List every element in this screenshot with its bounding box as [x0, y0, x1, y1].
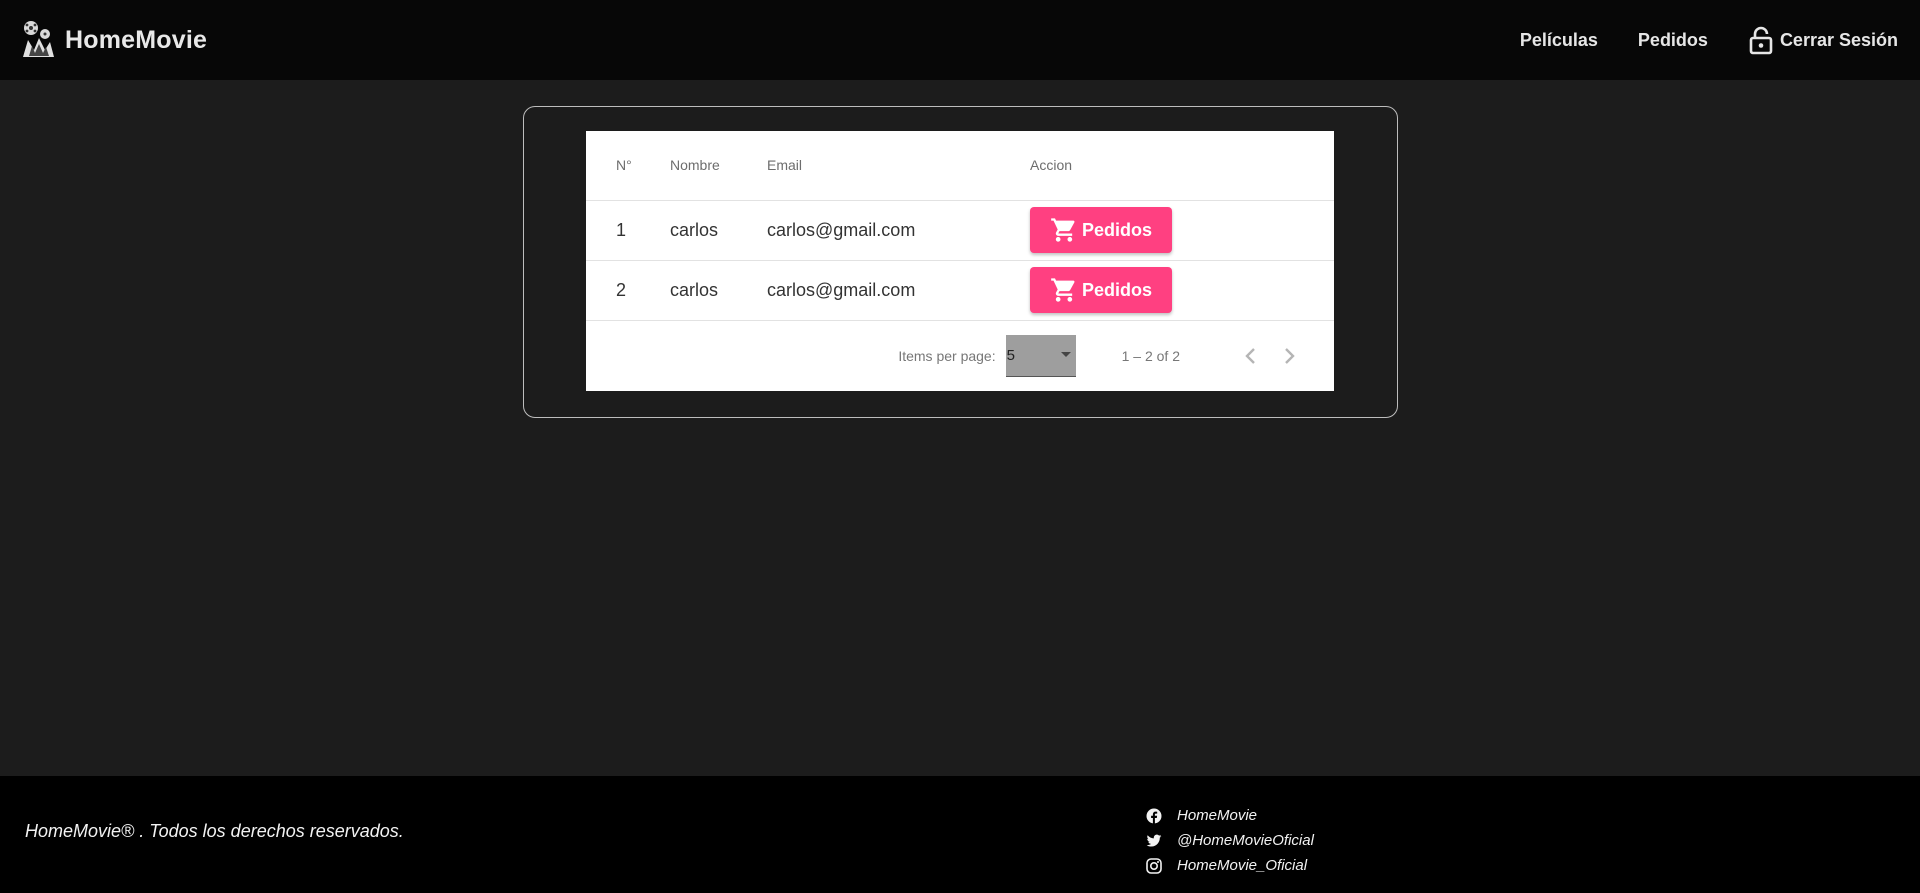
row-email: carlos@gmail.com — [767, 200, 1030, 261]
social-links: HomeMovie @HomeMovieOficial HomeMovie_Of… — [1146, 803, 1314, 878]
logout-label: Cerrar Sesión — [1779, 29, 1898, 50]
paginator: Items per page: 5 1 – 2 of 2 — [586, 321, 1334, 391]
next-page-button[interactable] — [1270, 336, 1310, 376]
column-header-email: Email — [767, 131, 1030, 201]
nav-peliculas-link[interactable]: Películas — [1500, 30, 1618, 51]
row-number: 2 — [586, 260, 670, 321]
twitter-label: @HomeMovieOficial — [1177, 832, 1314, 849]
lock-icon — [1749, 26, 1773, 55]
row-action-cell: Pedidos — [1030, 200, 1334, 261]
instagram-label: HomeMovie_Oficial — [1177, 857, 1308, 874]
facebook-label: HomeMovie — [1177, 807, 1258, 824]
column-header-num: N° — [586, 131, 670, 201]
pedidos-button-label: Pedidos — [1082, 279, 1153, 300]
page-range-label: 1 – 2 of 2 — [1121, 347, 1180, 364]
previous-page-button[interactable] — [1230, 336, 1270, 376]
main-nav: Películas Pedidos Cerrar Sesión — [1500, 25, 1898, 55]
facebook-link[interactable]: HomeMovie — [1146, 803, 1314, 828]
pedidos-button-label: Pedidos — [1082, 219, 1153, 240]
row-action-cell: Pedidos — [1030, 260, 1334, 321]
chevron-right-icon — [1285, 347, 1295, 364]
column-header-nombre: Nombre — [670, 131, 767, 201]
logout-link[interactable]: Cerrar Sesión — [1728, 25, 1898, 55]
table-row: 1 carlos carlos@gmail.com Pedidos — [586, 200, 1334, 261]
row-nombre: carlos — [670, 200, 767, 261]
users-table-card: N° Nombre Email Accion 1 carlos carlos@g… — [586, 131, 1334, 391]
dropdown-arrow-icon — [1060, 352, 1071, 357]
chevron-left-icon — [1245, 347, 1255, 364]
items-per-page-label: Items per page: — [898, 347, 996, 364]
footer: HomeMovie® . Todos los derechos reservad… — [0, 776, 1920, 893]
items-per-page-select[interactable]: 5 — [1005, 334, 1076, 377]
movie-logo-icon — [23, 21, 54, 57]
copyright-text: HomeMovie® . Todos los derechos reservad… — [25, 821, 404, 841]
nav-pedidos-link[interactable]: Pedidos — [1618, 30, 1728, 51]
column-header-accion: Accion — [1030, 131, 1334, 201]
pedidos-button[interactable]: Pedidos — [1030, 267, 1173, 313]
brand[interactable]: HomeMovie — [20, 20, 207, 60]
instagram-icon — [1146, 857, 1162, 874]
twitter-link[interactable]: @HomeMovieOficial — [1146, 828, 1314, 853]
facebook-icon — [1146, 808, 1162, 824]
top-navbar: HomeMovie Películas Pedidos Cerrar Sesió… — [0, 0, 1920, 80]
pedidos-button[interactable]: Pedidos — [1030, 207, 1173, 253]
items-per-page-value: 5 — [1006, 346, 1015, 364]
row-email: carlos@gmail.com — [767, 260, 1030, 321]
row-number: 1 — [586, 200, 670, 261]
twitter-icon — [1146, 834, 1162, 847]
table-row: 2 carlos carlos@gmail.com Pedidos — [586, 260, 1334, 321]
users-table: N° Nombre Email Accion 1 carlos carlos@g… — [586, 131, 1334, 321]
brand-title: HomeMovie — [65, 25, 208, 54]
table-header-row: N° Nombre Email Accion — [586, 131, 1334, 201]
instagram-link[interactable]: HomeMovie_Oficial — [1146, 853, 1314, 878]
cart-icon — [1051, 218, 1075, 242]
cart-icon — [1051, 278, 1075, 302]
row-nombre: carlos — [670, 260, 767, 321]
